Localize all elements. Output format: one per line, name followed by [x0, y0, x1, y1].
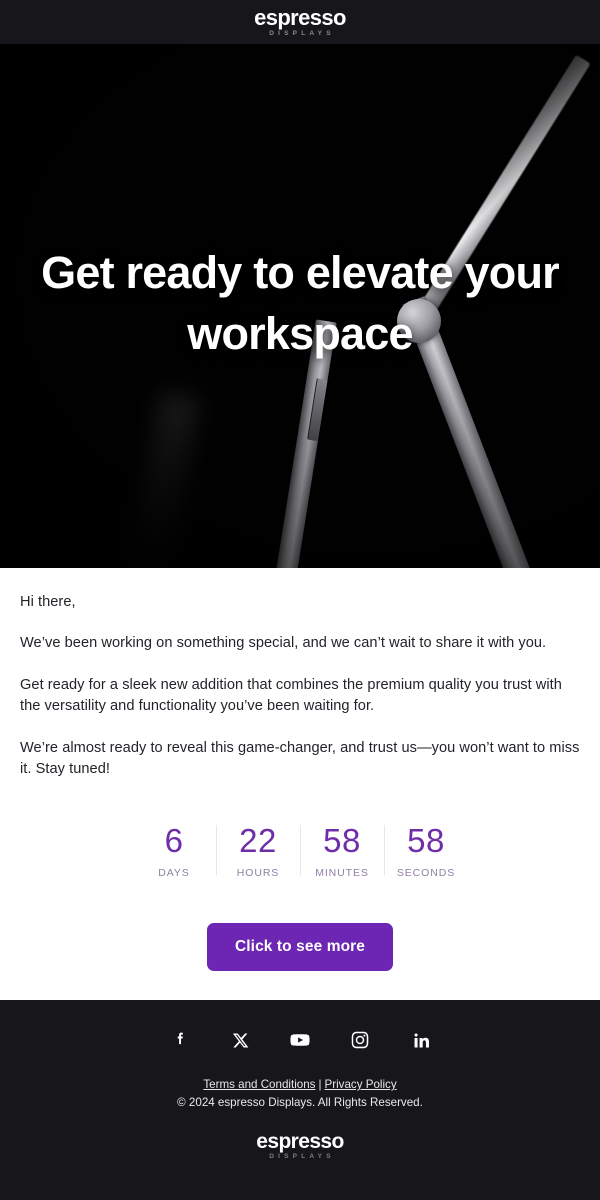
- instagram-icon[interactable]: [348, 1028, 372, 1052]
- countdown-value-minutes: 58: [323, 821, 361, 859]
- linkedin-icon[interactable]: [408, 1028, 432, 1052]
- countdown-unit-seconds: 58 SECONDS: [384, 821, 468, 881]
- hero-section: Get ready to elevate your workspace: [0, 44, 600, 568]
- countdown-value-seconds: 58: [407, 821, 445, 859]
- cta-button[interactable]: Click to see more: [206, 922, 394, 971]
- copyright-text: © 2024 espresso Displays. All Rights Res…: [177, 1096, 423, 1109]
- footer-links: Terms and Conditions | Privacy Policy: [20, 1078, 580, 1091]
- email-container: espresso DISPLAYS Get ready to elevate y…: [0, 0, 600, 1200]
- countdown-unit-days: 6 DAYS: [132, 821, 216, 881]
- countdown-label-hours: HOURS: [236, 866, 280, 879]
- footer-link-separator: |: [318, 1078, 322, 1091]
- email-body: Hi there, We’ve been working on somethin…: [0, 568, 600, 1003]
- cta-container: Click to see more: [20, 922, 580, 1003]
- terms-link[interactable]: Terms and Conditions: [203, 1078, 315, 1091]
- footer-logo-wordmark: espresso: [256, 1130, 344, 1153]
- countdown-label-minutes: MINUTES: [315, 866, 369, 879]
- header-logo-subtitle: DISPLAYS: [269, 29, 335, 37]
- youtube-icon[interactable]: [288, 1028, 312, 1052]
- countdown-timer: 6 DAYS 22 HOURS 58 MINUTES 58 SECONDS: [20, 821, 580, 881]
- facebook-icon[interactable]: [168, 1028, 192, 1052]
- countdown-label-seconds: SECONDS: [396, 866, 456, 879]
- header-logo-wordmark: espresso: [254, 4, 346, 30]
- x-twitter-icon[interactable]: [228, 1028, 252, 1052]
- header-logo[interactable]: espresso DISPLAYS: [254, 4, 346, 38]
- body-paragraph-2: Get ready for a sleek new addition that …: [20, 676, 562, 715]
- email-footer: Terms and Conditions | Privacy Policy © 20…: [0, 1000, 600, 1200]
- body-greeting: Hi there,: [20, 594, 76, 610]
- hero-headline: Get ready to elevate your workspace: [41, 247, 560, 360]
- privacy-link[interactable]: Privacy Policy: [325, 1078, 397, 1091]
- countdown-value-days: 6: [164, 821, 184, 859]
- email-header: espresso DISPLAYS: [0, 0, 600, 44]
- countdown-value-hours: 22: [239, 821, 277, 859]
- countdown-unit-minutes: 58 MINUTES: [300, 821, 384, 881]
- footer-logo-subtitle: DISPLAYS: [269, 1153, 335, 1160]
- social-links-row: [20, 1028, 580, 1052]
- countdown-label-days: DAYS: [158, 866, 190, 879]
- body-paragraph-3: We’re almost ready to reveal this game-c…: [20, 739, 580, 778]
- body-paragraph-1: We’ve been working on something special,…: [20, 635, 547, 652]
- footer-logo[interactable]: espresso DISPLAYS: [20, 1131, 580, 1161]
- countdown-unit-hours: 22 HOURS: [216, 821, 300, 881]
